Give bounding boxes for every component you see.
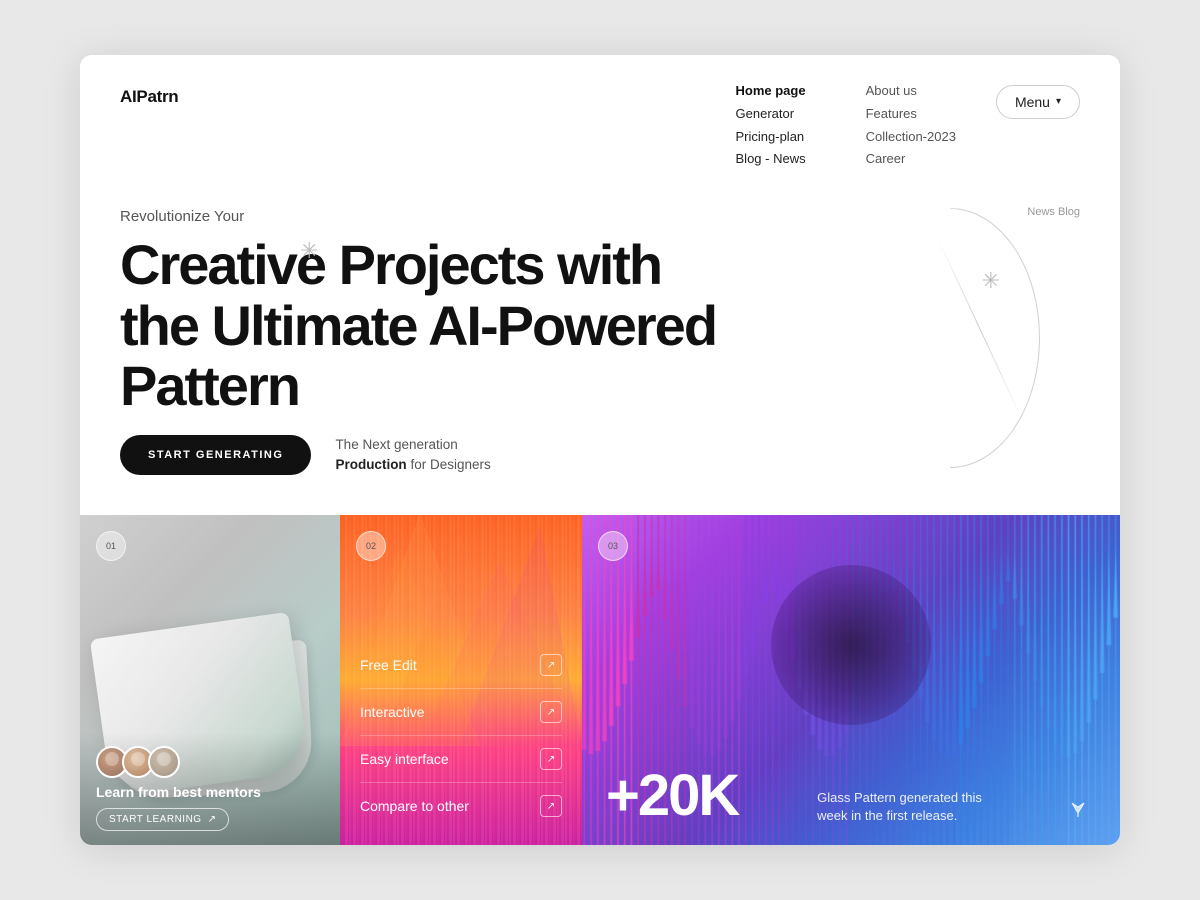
nav-item-collection[interactable]: Collection-2023	[866, 129, 956, 146]
nav-left: Home page Generator Pricing-plan Blog - …	[736, 83, 806, 169]
page-wrapper: AIPatrn Home page Generator Pricing-plan…	[80, 55, 1120, 845]
card-03: // Will generate via JS below 03 +20K Gl…	[582, 515, 1120, 845]
card-01-bottom: Learn from best mentors START LEARNING ↗	[80, 732, 340, 845]
nav-item-career[interactable]: Career	[866, 151, 956, 168]
cards-row: 01 Learn from best mentors START LEARNIN…	[80, 515, 1120, 845]
bookmark-icon	[1060, 789, 1096, 825]
menu-item-free-edit[interactable]: Free Edit ↗	[360, 642, 562, 689]
menu-item-interactive[interactable]: Interactive ↗	[360, 689, 562, 736]
hero-description: The Next generation Production for Desig…	[335, 435, 490, 476]
header: AIPatrn Home page Generator Pricing-plan…	[80, 55, 1120, 189]
nav-item-about[interactable]: About us	[866, 83, 956, 100]
menu-item-easy-interface[interactable]: Easy interface ↗	[360, 736, 562, 783]
card-01-label: Learn from best mentors	[96, 784, 324, 800]
logo[interactable]: AIPatrn	[120, 83, 178, 107]
hero-title: Creative Projects with the Ultimate AI-P…	[120, 235, 820, 416]
hero-section: ✳ ✳ News Blog Revolutionize Your Creativ…	[80, 188, 1120, 515]
start-learning-button[interactable]: START LEARNING ↗	[96, 808, 229, 831]
star-decoration-2: ✳	[982, 268, 1000, 294]
chevron-down-icon: ▾	[1056, 96, 1061, 107]
menu-arrow-icon: ↗	[540, 701, 562, 723]
nav-right: About us Features Collection-2023 Career	[866, 83, 956, 169]
card-01: 01 Learn from best mentors START LEARNIN…	[80, 515, 340, 845]
nav-item-home[interactable]: Home page	[736, 83, 806, 100]
hero-subtitle: Revolutionize Your	[120, 208, 1080, 225]
nav-item-blog[interactable]: Blog - News	[736, 151, 806, 168]
nav-item-features[interactable]: Features	[866, 106, 956, 123]
card-02-menu: Free Edit ↗ Interactive ↗ Easy interface…	[340, 626, 582, 845]
nav-item-pricing[interactable]: Pricing-plan	[736, 129, 806, 146]
nav-item-generator[interactable]: Generator	[736, 106, 806, 123]
avatar	[148, 746, 180, 778]
decorative-arc	[860, 208, 1040, 468]
stat-number: +20K	[606, 767, 738, 825]
decorative-line	[937, 237, 1022, 419]
start-generating-button[interactable]: START GENERATING	[120, 435, 311, 475]
hero-cta-row: START GENERATING The Next generation Pro…	[120, 435, 1080, 476]
menu-arrow-icon: ↗	[540, 795, 562, 817]
avatar-group	[96, 746, 324, 778]
card-02: 02 Free Edit ↗ Interactive ↗ Easy interf…	[340, 515, 582, 845]
menu-button[interactable]: Menu ▾	[996, 85, 1080, 119]
stat-description: Glass Pattern generated this week in the…	[817, 789, 997, 825]
menu-arrow-icon: ↗	[540, 748, 562, 770]
card-03-dark-blob	[771, 565, 931, 725]
news-blog-label: News Blog	[1027, 206, 1080, 218]
menu-item-compare[interactable]: Compare to other ↗	[360, 783, 562, 829]
menu-arrow-icon: ↗	[540, 654, 562, 676]
arrow-icon: ↗	[208, 814, 217, 825]
card-03-bottom: +20K Glass Pattern generated this week i…	[582, 747, 1120, 845]
